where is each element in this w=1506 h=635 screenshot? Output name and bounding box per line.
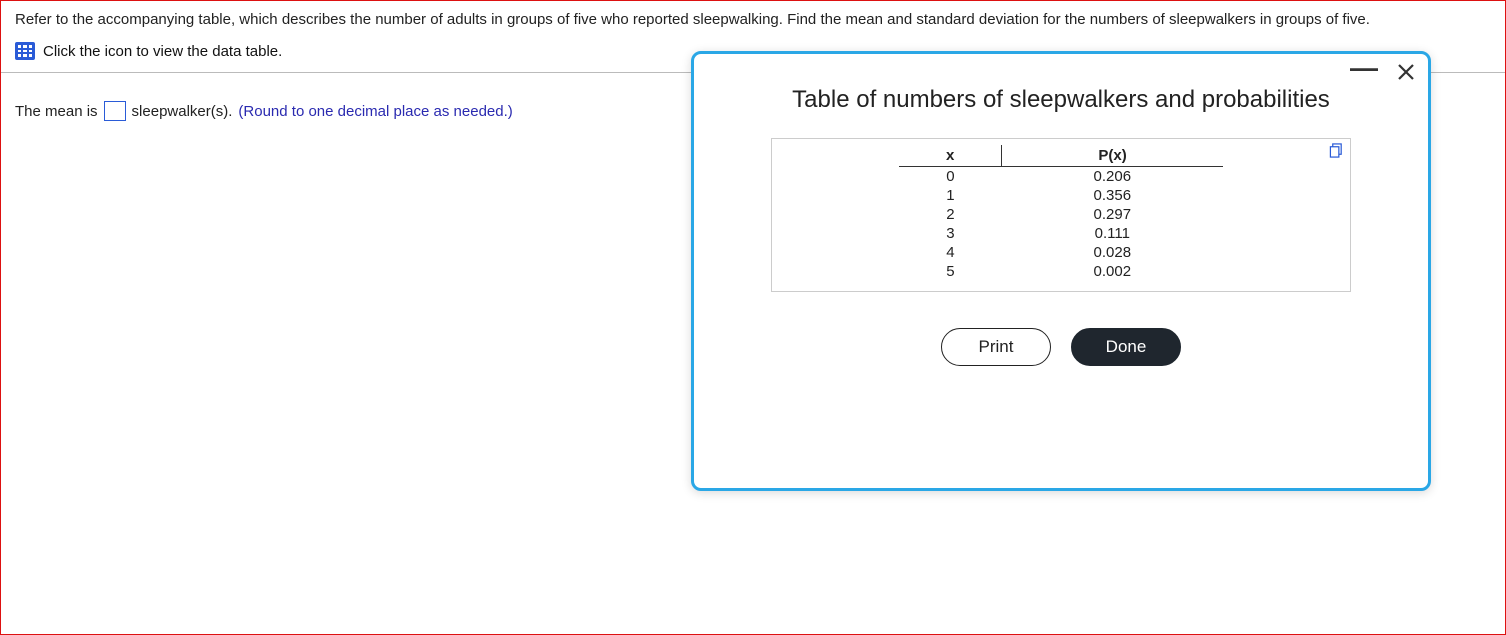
question-text: Refer to the accompanying table, which d… (1, 1, 1505, 34)
table-row: 1 0.356 (899, 186, 1223, 205)
cell-x: 1 (899, 186, 1002, 205)
cell-px: 0.111 (1002, 224, 1223, 243)
data-table-dialog: — Table of numbers of sleepwalkers and p… (691, 51, 1431, 491)
print-button[interactable]: Print (941, 328, 1051, 366)
close-button[interactable] (1396, 62, 1416, 86)
cell-px: 0.206 (1002, 167, 1223, 187)
cell-px: 0.356 (1002, 186, 1223, 205)
table-row: 0 0.206 (899, 167, 1223, 187)
answer-suffix: sleepwalker(s). (132, 103, 233, 120)
cell-x: 0 (899, 167, 1002, 187)
cell-x: 3 (899, 224, 1002, 243)
table-row: 3 0.111 (899, 224, 1223, 243)
dialog-button-row: Print Done (712, 328, 1410, 366)
question-container: Refer to the accompanying table, which d… (0, 0, 1506, 635)
mean-input[interactable] (104, 101, 126, 121)
minimize-button[interactable]: — (1350, 63, 1378, 73)
data-table-wrapper: x P(x) 0 0.206 1 0.356 2 0.297 (771, 138, 1351, 292)
done-button[interactable]: Done (1071, 328, 1181, 366)
answer-prefix: The mean is (15, 103, 98, 120)
cell-px: 0.297 (1002, 205, 1223, 224)
table-header-row: x P(x) (899, 145, 1223, 167)
cell-x: 5 (899, 262, 1002, 281)
copy-button[interactable] (1329, 143, 1344, 162)
answer-hint: (Round to one decimal place as needed.) (238, 103, 512, 120)
header-px: P(x) (1002, 145, 1223, 167)
table-row: 4 0.028 (899, 243, 1223, 262)
dialog-title: Table of numbers of sleepwalkers and pro… (722, 86, 1400, 114)
close-icon (1396, 62, 1416, 82)
header-x: x (899, 145, 1002, 167)
cell-x: 4 (899, 243, 1002, 262)
cell-px: 0.002 (1002, 262, 1223, 281)
probability-table: x P(x) 0 0.206 1 0.356 2 0.297 (899, 145, 1223, 281)
table-icon (15, 42, 35, 60)
table-row: 5 0.002 (899, 262, 1223, 281)
table-row: 2 0.297 (899, 205, 1223, 224)
copy-icon (1329, 143, 1344, 158)
cell-px: 0.028 (1002, 243, 1223, 262)
dialog-window-controls: — (1350, 62, 1416, 86)
cell-x: 2 (899, 205, 1002, 224)
view-data-label: Click the icon to view the data table. (43, 43, 282, 60)
